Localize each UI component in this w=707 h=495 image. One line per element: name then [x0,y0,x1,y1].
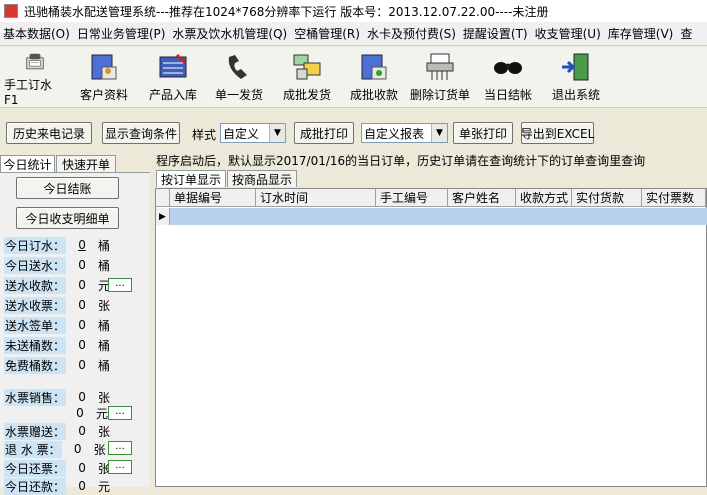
stat-today-delivered: 今日送水： 0 桶 [4,256,111,274]
app-icon [4,4,18,18]
menu-query[interactable]: 查 [677,22,696,45]
phone-cart-icon [26,53,44,70]
options-bar: 历史来电记录 显示查询条件 样式 自定义 ▼ 成批打印 自定义报表 ▼ 单张打印 导… [0,110,707,152]
style-label: 样式 [192,128,217,142]
daily-settle-button[interactable]: 当日结帐 [477,51,539,107]
glasses-icon [494,62,522,74]
stat-ticket-return: 退 水 票： 0 张 [4,440,106,458]
batch-ship-button[interactable]: 成批发货 [276,51,338,107]
stat-delivery-payment: 送水收款： 0 元 [4,276,111,294]
menu-basic-data[interactable]: 基本数据(O) [0,22,74,45]
stat-ticket-gift: 水票赠送： 0 张 [4,422,111,440]
ticket-sales-detail-button[interactable]: ... [108,406,132,420]
stat-ticket-sales-amount: 0元 [76,406,109,421]
tab-by-product[interactable]: 按商品显示 [227,170,297,187]
chevron-down-icon: ▼ [269,124,285,142]
menu-tickets-dispensers[interactable]: 水票及饮水机管理(Q) [169,22,291,45]
window-title: 迅驰桶装水配送管理系统---推荐在1024*768分辨率下运行 版本号：2013… [24,4,549,19]
customer-info-button[interactable]: 客户资料 [74,51,134,107]
stock-in-icon [159,53,187,78]
col-order-time[interactable]: 订水时间 [256,189,376,207]
shredder-icon [426,53,454,80]
single-print-button[interactable]: 单张打印 [453,122,513,144]
stat-today-ticket-repay: 今日还票： 0 张 [4,459,111,477]
stat-today-order: 今日订水： 0 桶 [4,236,111,254]
tab-by-order[interactable]: 按订单显示 [156,170,226,187]
stat-delivery-signed: 送水签单： 0 桶 [4,316,111,334]
menu-water-card[interactable]: 水卡及预付费(S) [364,22,460,45]
today-detail-button[interactable]: 今日收支明细单 [16,207,119,229]
phone-handset-icon [228,55,247,79]
chevron-down-icon: ▼ [431,124,447,142]
manual-order-button[interactable]: 手工订水F1 [4,51,66,107]
menu-inventory[interactable]: 库存管理(V) [605,22,678,45]
report-select[interactable]: 自定义报表 ▼ [361,123,448,143]
show-query-button[interactable]: 显示查询条件 [102,122,180,144]
col-payment-method[interactable]: 收款方式 [516,189,572,207]
menu-bar: 基本数据(O) 日常业务管理(P) 水票及饮水机管理(Q) 空桶管理(R) 水卡… [0,22,707,46]
single-ship-button[interactable]: 单一发货 [210,51,268,107]
orders-grid[interactable]: 单据编号 订水时间 手工编号 客户姓名 收款方式 实付货款 实付票数 ▶ [155,188,707,487]
menu-daily-business[interactable]: 日常业务管理(P) [74,22,170,45]
tab-quick-order[interactable]: 快速开单 [56,155,116,172]
style-select[interactable]: 自定义 ▼ [220,123,286,143]
menu-empty-bucket[interactable]: 空桶管理(R) [291,22,364,45]
notice-text: 程序启动后，默认显示2017/01/16的当日订单，历史订单请在查询统计下的订单… [156,154,646,168]
stat-undelivered: 未送桶数： 0 桶 [4,336,111,354]
row-indicator-icon: ▶ [156,208,170,225]
product-stock-in-button[interactable]: 产品入库 [142,51,204,107]
history-calls-button[interactable]: 历史来电记录 [6,122,92,144]
batch-print-button[interactable]: 成批打印 [294,122,354,144]
delivery-payment-detail-button[interactable]: ... [108,278,132,292]
grid-corner [156,189,170,207]
batch-ship-icon [293,54,321,80]
col-manual-no[interactable]: 手工编号 [376,189,448,207]
stat-today-money-repay: 今日还款： 0 元 [4,477,111,495]
col-paid-amount[interactable]: 实付货款 [572,189,642,207]
batch-collect-button[interactable]: 成批收款 [343,51,405,107]
stat-delivery-tickets: 送水收票： 0 张 [4,296,111,314]
customer-book-icon [91,54,117,80]
exit-system-button[interactable]: 退出系统 [545,51,607,107]
col-paid-tickets[interactable]: 实付票数 [642,189,706,207]
settle-today-button[interactable]: 今日结账 [16,177,119,199]
table-row[interactable] [170,208,707,225]
col-bill-no[interactable]: 单据编号 [170,189,256,207]
batch-collect-icon [361,54,387,80]
stat-ticket-sales: 水票销售： 0 张 [4,388,111,406]
export-excel-button[interactable]: 导出到EXCEL [521,122,594,144]
stat-free-buckets: 免费桶数： 0 桶 [4,356,111,374]
title-bar: 迅驰桶装水配送管理系统---推荐在1024*768分辨率下运行 版本号：2013… [0,0,707,22]
today-stats-panel: 今日结账 今日收支明细单 今日订水： 0 桶 今日送水： 0 桶 送水收款： 0 元 ...… [0,172,150,495]
main-toolbar: 手工订水F1 客户资料 产品入库 单一发货 成批发货 成批收款 删除订货单 当日… [0,47,707,108]
ticket-return-detail-button[interactable]: ... [108,441,132,455]
ticket-repay-detail-button[interactable]: ... [108,460,132,474]
menu-income-expense[interactable]: 收支管理(U) [532,22,605,45]
tab-today-stats[interactable]: 今日统计 [0,155,55,172]
delete-order-button[interactable]: 删除订货单 [408,51,472,107]
exit-door-icon [562,53,589,81]
col-customer-name[interactable]: 客户姓名 [448,189,516,207]
menu-reminders[interactable]: 提醒设置(T) [460,22,532,45]
